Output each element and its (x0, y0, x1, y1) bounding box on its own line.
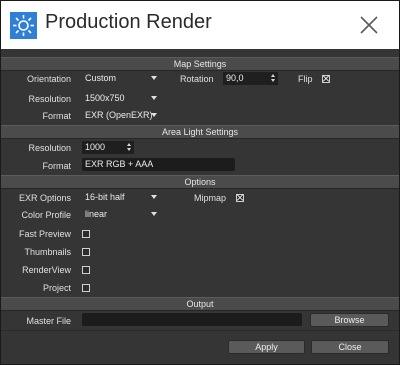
color-profile-value: linear (85, 209, 108, 219)
app-sun-icon (10, 12, 37, 39)
chevron-down-icon (151, 96, 157, 100)
area-resolution-value: 1000 (85, 142, 106, 152)
chevron-down-icon (151, 76, 157, 80)
renderview-label: RenderView (22, 265, 71, 275)
resolution-label: Resolution (28, 94, 71, 104)
mipmap-label: Mipmap (194, 193, 227, 203)
format-value: EXR (OpenEXR) (85, 110, 153, 120)
apply-button[interactable]: Apply (228, 340, 305, 354)
area-resolution-label: Resolution (28, 143, 71, 153)
orientation-dropdown[interactable]: Custom (82, 72, 160, 84)
flip-label: Flip (298, 74, 313, 84)
format-dropdown[interactable]: EXR (OpenEXR) (82, 109, 160, 121)
flip-checkbox[interactable] (322, 75, 330, 83)
rotation-value: 90,0 (226, 73, 244, 83)
rotation-label: Rotation (180, 74, 214, 84)
orientation-label: Orientation (26, 74, 71, 84)
project-checkbox[interactable] (82, 284, 90, 292)
master-file-field[interactable] (82, 313, 302, 326)
resolution-dropdown[interactable]: 1500x750 (82, 92, 160, 104)
fast-preview-label: Fast Preview (18, 229, 71, 239)
browse-button[interactable]: Browse (310, 313, 389, 327)
section-area-light-settings: Area Light Settings (1, 125, 399, 139)
area-format-label: Format (42, 161, 71, 171)
color-profile-label: Color Profile (21, 210, 71, 220)
area-format-field[interactable]: EXR RGB + AAA (82, 158, 235, 171)
renderview-checkbox[interactable] (82, 266, 90, 274)
thumbnails-label: Thumbnails (24, 247, 71, 257)
title-bar: Production Render (1, 1, 399, 49)
section-output: Output (1, 297, 399, 311)
spin-up-icon[interactable] (127, 143, 131, 146)
format-label: Format (42, 111, 71, 121)
section-options: Options (1, 175, 399, 189)
spin-down-icon[interactable] (127, 148, 131, 151)
resolution-value: 1500x750 (85, 93, 125, 103)
master-file-label: Master File (26, 316, 71, 326)
window-title: Production Render (45, 11, 212, 33)
production-render-dialog: Production Render Map Settings Orientati… (0, 0, 400, 365)
spin-down-icon[interactable] (271, 79, 275, 82)
close-button[interactable]: Close (311, 340, 389, 354)
exr-options-label: EXR Options (18, 193, 71, 203)
close-window-icon[interactable] (357, 13, 381, 37)
project-label: Project (42, 283, 71, 293)
spin-up-icon[interactable] (271, 74, 275, 77)
chevron-down-icon (151, 195, 157, 199)
area-resolution-spinbox[interactable]: 1000 (82, 141, 134, 154)
exr-options-dropdown[interactable]: 16-bit half (82, 191, 160, 203)
mipmap-checkbox[interactable] (236, 194, 244, 202)
chevron-down-icon (151, 212, 157, 216)
section-map-settings: Map Settings (1, 57, 399, 71)
color-profile-dropdown[interactable]: linear (82, 208, 160, 220)
exr-options-value: 16-bit half (85, 192, 125, 202)
thumbnails-checkbox[interactable] (82, 248, 90, 256)
orientation-value: Custom (85, 73, 117, 83)
rotation-spinbox[interactable]: 90,0 (223, 72, 278, 85)
chevron-down-icon (151, 113, 157, 117)
fast-preview-checkbox[interactable] (82, 230, 90, 238)
footer-divider (1, 330, 399, 331)
